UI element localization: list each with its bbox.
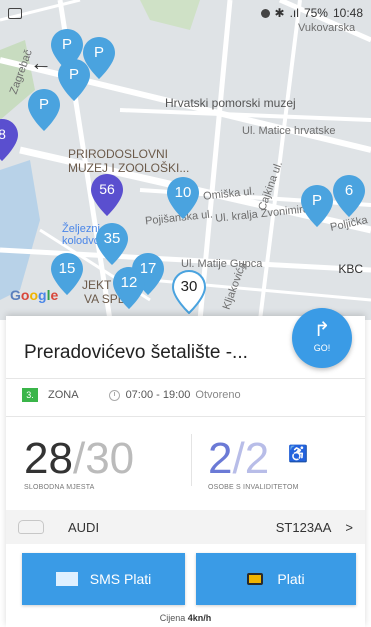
free-spots-block: 28/30 SLOBODNA MJESTA: [24, 434, 134, 491]
google-logo: Google: [10, 287, 59, 303]
map-label-prirodoslovni: PRIRODOSLOVNI: [68, 147, 169, 161]
price-value: 4kn/h: [187, 613, 212, 623]
divider: [6, 416, 365, 417]
working-hours: 07:00 - 19:00: [125, 389, 191, 401]
parking-pin[interactable]: P: [27, 88, 61, 132]
parking-pin-10[interactable]: 10: [166, 176, 200, 220]
parking-pin-12[interactable]: 12: [112, 266, 146, 310]
parking-pin-30-selected[interactable]: 30: [172, 270, 206, 314]
bluetooth-icon: ✱: [274, 6, 285, 20]
map-view[interactable]: ✱ .ıl 75% 10:48 ← Vukovarska Zagrebač Hr…: [0, 0, 371, 320]
map-label-prirodoslovni-2: MUZEJ I ZOOLOŠKI...: [68, 161, 190, 175]
map-label-projekt: JEKT: [82, 278, 112, 292]
signal-icon: .ıl: [289, 6, 299, 20]
parking-detail-sheet: Preradovićevo šetalište -... ↱ GO! 3. ZO…: [6, 308, 365, 627]
zone-row: 3. ZONA 07:00 - 19:00 Otvoreno: [22, 388, 241, 402]
zone-badge: 3.: [22, 388, 38, 402]
go-label: GO!: [313, 343, 331, 353]
envelope-icon: [55, 572, 78, 586]
chevron-right-icon: >: [345, 519, 353, 535]
pay-label: Plati: [277, 571, 305, 587]
invalid-spots-count: 2/2: [208, 434, 270, 483]
battery-percent: 75%: [303, 6, 328, 20]
map-label-vukovarska: Vukovarska: [298, 22, 356, 34]
vertical-divider: [191, 434, 192, 486]
status-right: ✱ .ıl 75% 10:48: [260, 6, 363, 20]
clock-icon: [108, 389, 120, 401]
go-navigate-button[interactable]: ↱ GO!: [292, 308, 352, 368]
parking-pin-56[interactable]: 56: [90, 173, 124, 217]
zone-label: ZONA: [48, 389, 79, 401]
license-plate: ST123AA: [275, 519, 332, 535]
invalid-spots-label: OSOBE S INVALIDITETOM: [208, 484, 299, 491]
divider: [6, 378, 365, 379]
turn-right-icon: ↱: [313, 319, 331, 341]
location-icon: [260, 8, 270, 18]
parking-pin-6[interactable]: 6: [332, 174, 366, 218]
parking-pin-8[interactable]: 8: [0, 118, 19, 162]
sms-pay-label: SMS Plati: [89, 571, 152, 587]
price-info: Cijena 4kn/h: [6, 613, 365, 623]
sms-pay-button[interactable]: SMS Plati: [22, 553, 185, 605]
car-icon: [18, 520, 44, 534]
parking-pin-35[interactable]: 35: [95, 222, 129, 266]
map-label-kbc: KBC: [338, 262, 363, 276]
open-status: Otvoreno: [195, 389, 241, 401]
clock: 10:48: [332, 6, 363, 20]
map-label-gupca: Ul. Matije Gupca: [181, 258, 263, 270]
pay-button[interactable]: Plati: [196, 553, 356, 605]
free-spots-label: SLOBODNA MJESTA: [24, 484, 95, 491]
parking-title: Preradovićevo šetalište -...: [24, 342, 248, 363]
vehicle-name: AUDI: [68, 519, 100, 535]
gallery-icon: [8, 7, 22, 19]
vehicle-selector[interactable]: AUDI ST123AA >: [6, 510, 365, 544]
parking-pin[interactable]: P: [300, 184, 334, 228]
parking-pin[interactable]: P: [57, 58, 91, 102]
wallet-icon: [247, 573, 264, 585]
map-label-museum: Hrvatski pomorski muzej: [165, 96, 296, 110]
free-spots-count: 28/30: [24, 434, 135, 483]
price-prefix: Cijena: [159, 613, 186, 623]
invalid-spots-block: 2/2 OSOBE S INVALIDITETOM: [208, 434, 299, 491]
map-label-matice: Ul. Matice hrvatske: [242, 125, 336, 137]
wheelchair-icon: ♿: [288, 446, 308, 463]
